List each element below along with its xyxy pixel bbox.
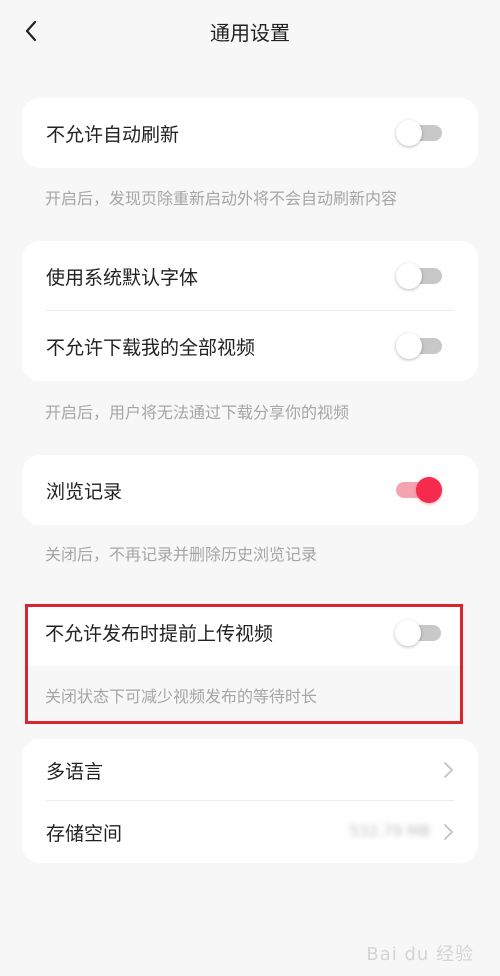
download-label: 不允许下载我的全部视频 bbox=[46, 336, 256, 359]
history-card: 浏览记录 bbox=[22, 455, 478, 525]
auto-refresh-card: 不允许自动刷新 bbox=[22, 98, 478, 168]
storage-value: 532.79 MB bbox=[349, 822, 431, 840]
chevron-right-icon bbox=[444, 824, 453, 840]
toggle-knob bbox=[396, 263, 422, 289]
history-description: 关闭后，不再记录并删除历史浏览记录 bbox=[45, 545, 318, 564]
toggle-knob bbox=[395, 620, 421, 646]
auto-refresh-toggle[interactable] bbox=[396, 120, 442, 146]
pre-upload-label: 不允许发布时提前上传视频 bbox=[45, 623, 274, 645]
pre-upload-toggle[interactable] bbox=[395, 620, 441, 646]
page-title: 通用设置 bbox=[210, 21, 290, 45]
history-toggle[interactable] bbox=[396, 477, 442, 503]
chevron-right-icon bbox=[444, 762, 453, 778]
auto-refresh-label: 不允许自动刷新 bbox=[46, 123, 180, 146]
history-label: 浏览记录 bbox=[46, 480, 123, 503]
download-description: 开启后，用户将无法通过下载分享你的视频 bbox=[45, 403, 350, 422]
system-font-row: 使用系统默认字体 bbox=[22, 241, 478, 311]
download-row: 不允许下载我的全部视频 bbox=[22, 311, 478, 381]
misc-card: 多语言 存储空间 532.79 MB bbox=[22, 739, 478, 863]
storage-label: 存储空间 bbox=[46, 822, 123, 845]
toggle-knob bbox=[416, 477, 442, 503]
header: 通用设置 bbox=[0, 0, 500, 64]
font-download-card: 使用系统默认字体 不允许下载我的全部视频 bbox=[22, 241, 478, 381]
auto-refresh-description: 开启后，发现页除重新启动外将不会自动刷新内容 bbox=[45, 189, 398, 208]
toggle-knob bbox=[396, 120, 422, 146]
language-label: 多语言 bbox=[46, 760, 104, 783]
system-font-toggle[interactable] bbox=[396, 263, 442, 289]
storage-row[interactable]: 存储空间 532.79 MB bbox=[22, 801, 478, 863]
toggle-knob bbox=[396, 333, 422, 359]
watermark: Bai du 经验 bbox=[366, 944, 474, 965]
auto-refresh-row: 不允许自动刷新 bbox=[22, 98, 478, 168]
language-row[interactable]: 多语言 bbox=[22, 739, 478, 801]
pre-upload-description: 关闭状态下可减少视频发布的等待时长 bbox=[45, 687, 318, 706]
download-toggle[interactable] bbox=[396, 333, 442, 359]
system-font-label: 使用系统默认字体 bbox=[46, 266, 199, 289]
history-row: 浏览记录 bbox=[22, 455, 478, 525]
